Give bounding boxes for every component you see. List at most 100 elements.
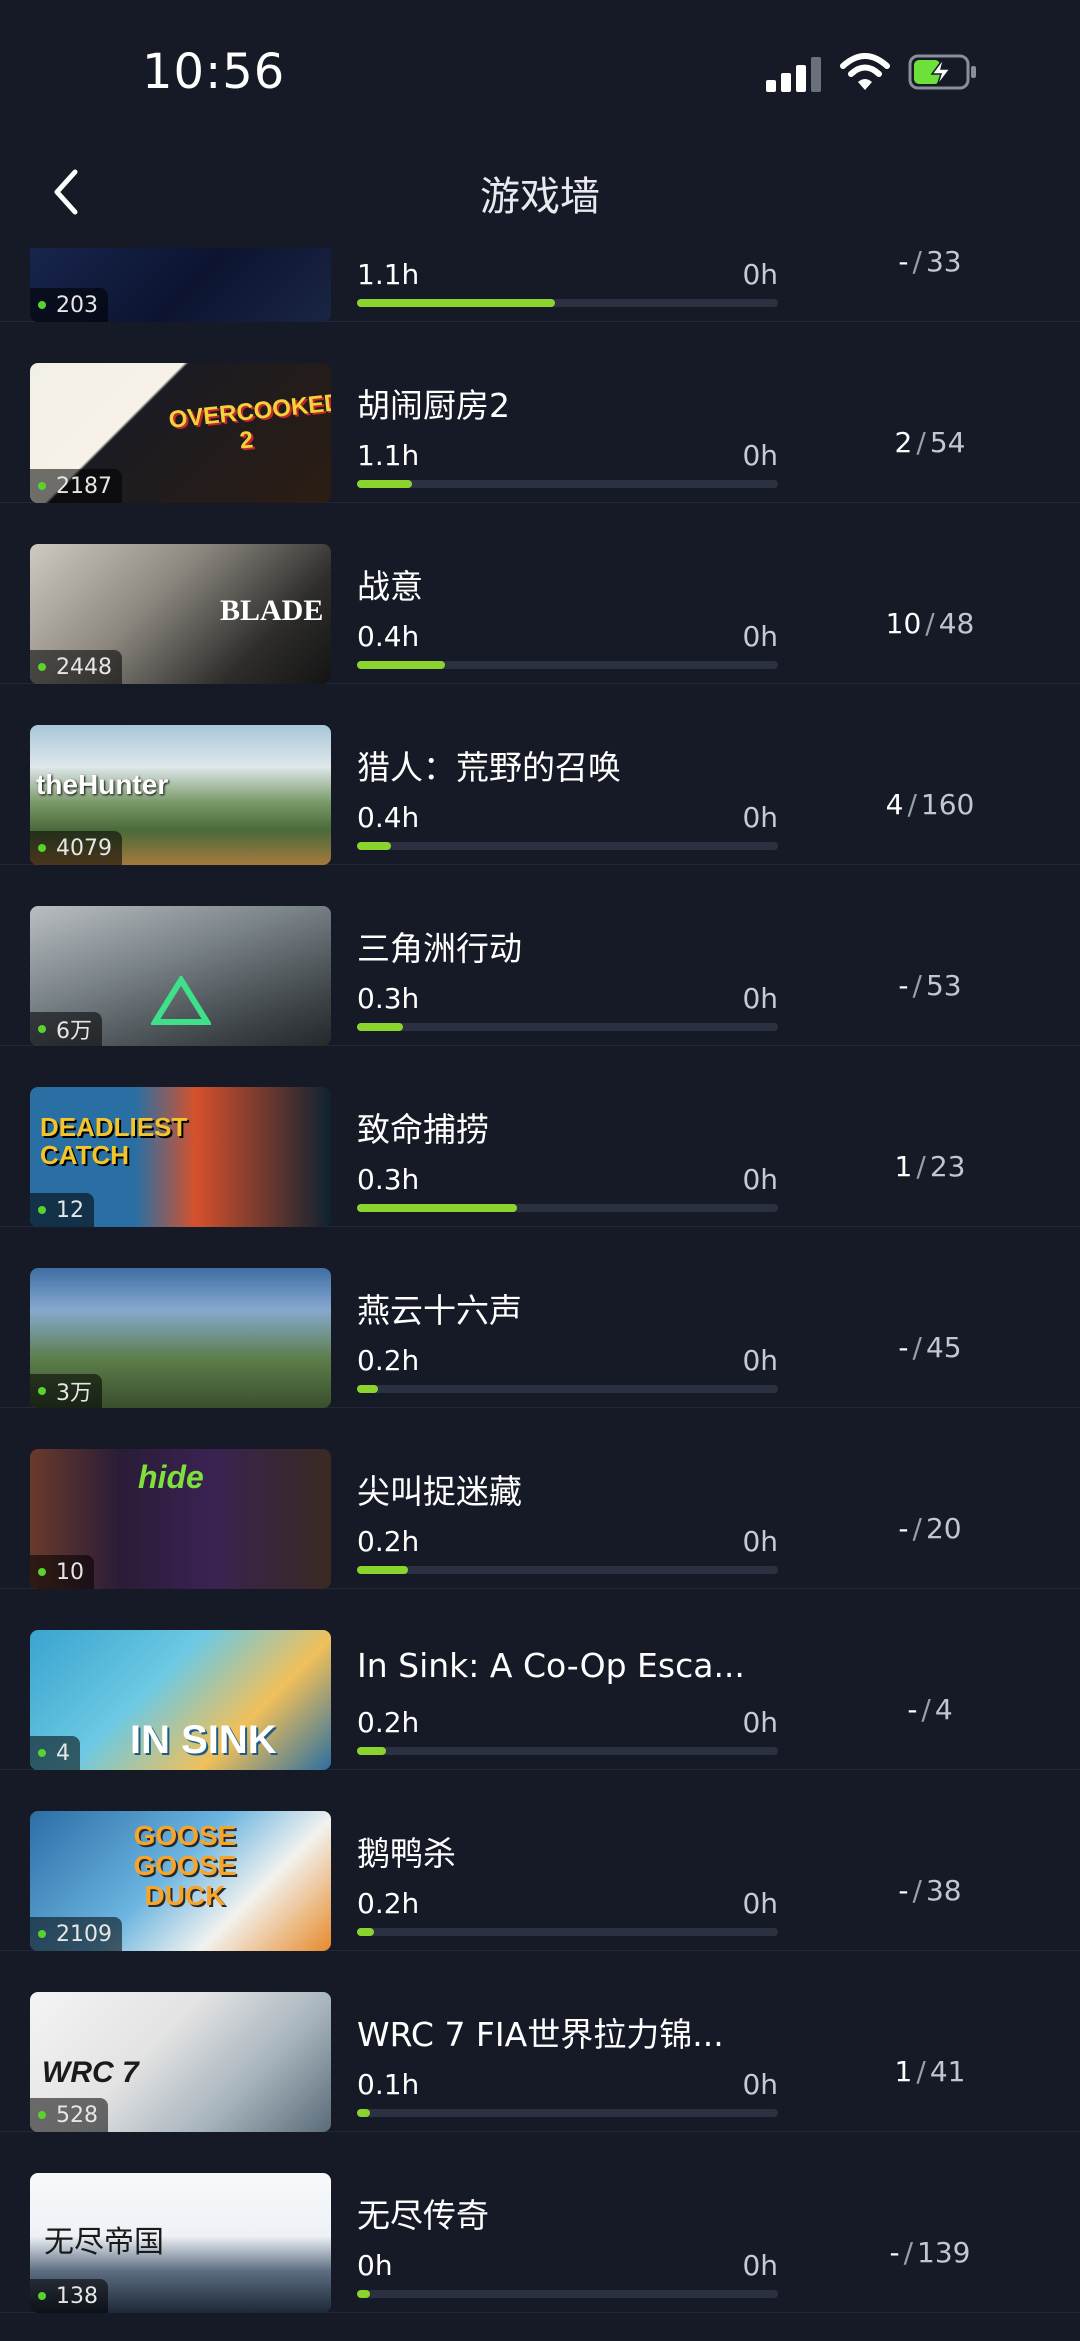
playtime-bar (357, 2290, 778, 2298)
total-hours: 1.1h (357, 258, 420, 291)
playtime-bar-fill (357, 1023, 404, 1031)
total-hours: 0.4h (357, 801, 420, 834)
achievement-count: -/20 (898, 1512, 962, 1545)
player-count-badge: 12 (30, 1193, 94, 1227)
online-dot-icon (38, 1387, 46, 1395)
cover-logo-text: theHunter (36, 769, 169, 800)
game-name: 猎人：荒野的召唤 (357, 748, 621, 787)
online-dot-icon (38, 663, 46, 671)
recent-hours: 0h (742, 1163, 778, 1196)
nav-bar: 游戏墙 (0, 140, 1080, 248)
cover-logo-text: WRC 7 (42, 2056, 139, 2089)
playtime-bar (357, 1928, 778, 1936)
playtime-bar (357, 2109, 778, 2117)
online-dot-icon (38, 1206, 46, 1214)
playtime-bar (357, 842, 778, 850)
achievement-count: -/45 (898, 1331, 962, 1364)
game-row[interactable]: 无尽帝国 138 无尽传奇 0h 0h -/139 (0, 2132, 1080, 2313)
battery-charging-icon (908, 54, 976, 90)
player-count-badge: 2448 (30, 650, 122, 684)
game-row[interactable]: GOOSE GOOSE DUCK 2109 鹅鸭杀 0.2h 0h -/38 (0, 1770, 1080, 1951)
game-name: 鹅鸭杀 (357, 1834, 456, 1873)
recent-hours: 0h (742, 1706, 778, 1739)
playtime-bar-fill (357, 1385, 379, 1393)
game-cover: OVERCOOKED! 2 2187 (30, 363, 331, 503)
delta-logo-icon (151, 976, 211, 1025)
game-list[interactable]: 203 1.1h 0h -/33 OVERCOOKED! 2 2187 胡闹厨房… (0, 248, 1080, 2341)
player-count-badge: 2109 (30, 1917, 122, 1951)
recent-hours: 0h (742, 1344, 778, 1377)
online-dot-icon (38, 2292, 46, 2300)
playtime-bar (357, 1566, 778, 1574)
achievement-count: -/139 (889, 2236, 971, 2269)
recent-hours: 0h (742, 1525, 778, 1558)
cellular-signal-icon (766, 56, 822, 92)
cover-logo-text: 无尽帝国 (44, 2225, 164, 2260)
total-hours: 0.4h (357, 620, 420, 653)
player-count-badge: 6万 (30, 1012, 102, 1046)
game-row[interactable]: OVERCOOKED! 2 2187 胡闹厨房2 1.1h 0h 2/54 (0, 322, 1080, 503)
playtime-bar-fill (357, 1747, 387, 1755)
online-dot-icon (38, 844, 46, 852)
game-row[interactable]: 203 1.1h 0h -/33 (0, 248, 1080, 322)
game-cover: GOOSE GOOSE DUCK 2109 (30, 1811, 331, 1951)
game-name: 胡闹厨房2 (357, 386, 510, 425)
recent-hours: 0h (742, 2249, 778, 2282)
game-row[interactable]: DEADLIEST CATCH 12 致命捕捞 0.3h 0h 1/23 (0, 1046, 1080, 1227)
game-cover: hide 10 (30, 1449, 331, 1589)
game-row[interactable]: WRC 7 528 WRC 7 FIA世界拉力锦... 0.1h 0h 1/41 (0, 1951, 1080, 2132)
cover-logo-text: hide (138, 1459, 204, 1495)
online-dot-icon (38, 482, 46, 490)
game-cover: 3万 (30, 1268, 331, 1408)
player-count-badge: 203 (30, 288, 108, 322)
game-row[interactable]: theHunter 4079 猎人：荒野的召唤 0.4h 0h 4/160 (0, 684, 1080, 865)
playtime-bar (357, 1023, 778, 1031)
recent-hours: 0h (742, 258, 778, 291)
player-count-badge: 2187 (30, 469, 122, 503)
achievement-count: 2/54 (894, 426, 966, 459)
playtime-bar-fill (357, 1204, 517, 1212)
playtime-bar-fill (357, 661, 446, 669)
achievement-count: -/38 (898, 1874, 962, 1907)
cover-logo-text: OVERCOOKED! 2 (167, 388, 331, 455)
achievement-count: -/4 (907, 1693, 953, 1726)
playtime-bar (357, 299, 778, 307)
achievement-count: 4/160 (885, 788, 975, 821)
game-row[interactable]: 3万 燕云十六声 0.2h 0h -/45 (0, 1227, 1080, 1408)
online-dot-icon (38, 301, 46, 309)
online-dot-icon (38, 1930, 46, 1938)
playtime-bar (357, 661, 778, 669)
playtime-bar (357, 480, 778, 488)
achievement-count: -/33 (898, 248, 962, 278)
player-count-badge: 528 (30, 2098, 108, 2132)
playtime-bar-fill (357, 2290, 370, 2298)
game-row[interactable]: hide 10 尖叫捉迷藏 0.2h 0h -/20 (0, 1408, 1080, 1589)
recent-hours: 0h (742, 2068, 778, 2101)
game-name: 无尽传奇 (357, 2196, 489, 2235)
game-row[interactable]: BLADE 2448 战意 0.4h 0h 10/48 (0, 503, 1080, 684)
total-hours: 1.1h (357, 439, 420, 472)
cover-logo-text: IN SINK (130, 1718, 277, 1762)
online-dot-icon (38, 2111, 46, 2119)
total-hours: 0.3h (357, 1163, 420, 1196)
total-hours: 0.2h (357, 1344, 420, 1377)
game-name: 尖叫捉迷藏 (357, 1472, 522, 1511)
achievement-count: -/53 (898, 969, 962, 1002)
cover-logo-text: DEADLIEST CATCH (40, 1112, 188, 1170)
playtime-bar (357, 1204, 778, 1212)
game-cover: IN SINK 4 (30, 1630, 331, 1770)
game-name: 战意 (357, 567, 423, 606)
game-cover: BLADE 2448 (30, 544, 331, 684)
total-hours: 0.2h (357, 1525, 420, 1558)
online-dot-icon (38, 1568, 46, 1576)
game-row[interactable]: IN SINK 4 In Sink: A Co-Op Esca... 0.2h … (0, 1589, 1080, 1770)
game-cover: theHunter 4079 (30, 725, 331, 865)
playtime-bar (357, 1747, 778, 1755)
total-hours: 0.2h (357, 1706, 420, 1739)
recent-hours: 0h (742, 439, 778, 472)
achievement-count: 1/41 (894, 2055, 966, 2088)
total-hours: 0.3h (357, 982, 420, 1015)
game-name: 三角洲行动 (357, 929, 522, 968)
game-row[interactable]: 6万 三角洲行动 0.3h 0h -/53 (0, 865, 1080, 1046)
total-hours: 0.1h (357, 2068, 420, 2101)
